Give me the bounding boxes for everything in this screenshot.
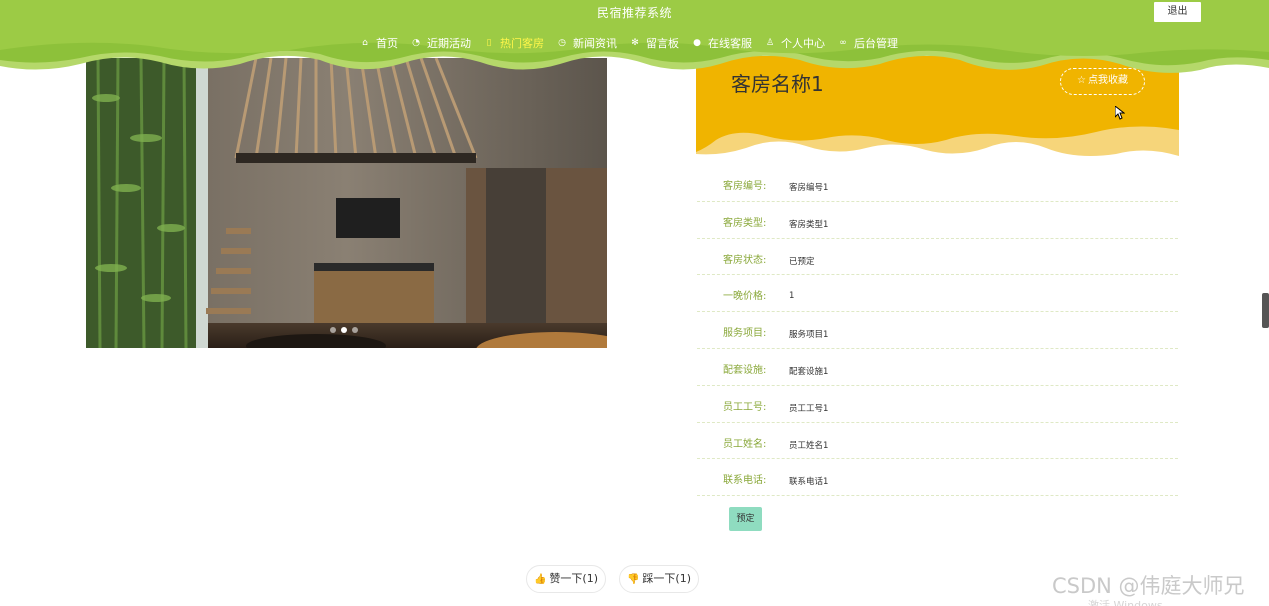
nav-item-label: 留言板 bbox=[646, 37, 679, 50]
mouse-cursor-icon bbox=[1115, 106, 1125, 120]
room-photo-image bbox=[86, 58, 607, 348]
nav-item-label: 在线客服 bbox=[708, 37, 752, 50]
nav-item-5[interactable]: ● 在线客服 bbox=[692, 35, 752, 51]
nav-item-7[interactable]: ∞ 后台管理 bbox=[838, 35, 898, 51]
palette-icon: ◔ bbox=[412, 38, 420, 48]
nav-item-label: 新闻资讯 bbox=[573, 37, 617, 50]
info-row: 联系电话: 联系电话1 bbox=[697, 459, 1178, 497]
info-row: 客房状态: 已预定 bbox=[697, 239, 1178, 276]
info-value: 员工姓名1 bbox=[789, 440, 829, 451]
info-row: 一晚价格: 1 bbox=[697, 275, 1178, 313]
info-value: 已预定 bbox=[789, 256, 815, 267]
clock-icon: ◷ bbox=[558, 38, 566, 48]
info-value: 员工工号1 bbox=[789, 403, 829, 414]
thumbs-up-icon: 👍 bbox=[533, 574, 547, 585]
main-nav: ⌂ 首页 ◔ 近期活动 ▯ 热门客房 ◷ 新闻资讯 ✻ 留言板 ● 在线客服 ♙ 个人中心 ∞ 后台管理 bbox=[360, 35, 911, 51]
info-value: 客房编号1 bbox=[789, 183, 829, 193]
info-value: 1 bbox=[789, 291, 795, 302]
book-button[interactable]: 预定 bbox=[729, 507, 762, 531]
home-icon: ⌂ bbox=[362, 38, 368, 48]
info-row: 员工工号: 员工工号1 bbox=[697, 386, 1178, 423]
info-row: 配套设施: 配套设施1 bbox=[697, 349, 1178, 386]
info-label: 客房类型: bbox=[723, 217, 767, 229]
thumbs-down-icon: 👎 bbox=[626, 574, 640, 585]
info-row: 客房编号: 客房编号1 bbox=[697, 165, 1178, 202]
activate-windows-text: 激活 Windows bbox=[1088, 599, 1163, 606]
nav-item-0[interactable]: ⌂ 首页 bbox=[360, 35, 398, 51]
header: 民宿推荐系统 退出 ⌂ 首页 ◔ 近期活动 ▯ 热门客房 ◷ 新闻资讯 ✻ 留言板 ● 在线客服 ♙ 个人… bbox=[0, 0, 1269, 80]
snowflake-icon: ✻ bbox=[631, 38, 639, 48]
info-label: 员工工号: bbox=[723, 401, 767, 413]
nav-item-label: 热门客房 bbox=[500, 37, 544, 50]
bookmark-icon: ▯ bbox=[486, 38, 492, 48]
scrollbar[interactable] bbox=[1262, 293, 1269, 328]
info-label: 联系电话: bbox=[723, 475, 767, 487]
link-icon: ∞ bbox=[839, 38, 847, 48]
nav-item-2[interactable]: ▯ 热门客房 bbox=[484, 35, 544, 51]
nav-item-label: 后台管理 bbox=[854, 37, 898, 50]
info-label: 服务项目: bbox=[723, 328, 767, 340]
nav-item-label: 个人中心 bbox=[781, 37, 825, 50]
carousel-dots bbox=[330, 327, 363, 333]
info-value: 配套设施1 bbox=[789, 366, 829, 377]
room-photo[interactable] bbox=[86, 58, 607, 348]
like-label: 赞一下(1) bbox=[549, 572, 599, 585]
site-title: 民宿推荐系统 bbox=[596, 6, 672, 20]
nav-item-1[interactable]: ◔ 近期活动 bbox=[411, 35, 471, 51]
compass-icon: ● bbox=[693, 38, 701, 48]
info-label: 一晚价格: bbox=[723, 291, 767, 303]
info-label: 配套设施: bbox=[723, 364, 767, 376]
logout-button[interactable]: 退出 bbox=[1154, 2, 1201, 22]
dislike-button[interactable]: 👎 踩一下(1) bbox=[619, 565, 699, 593]
nav-item-label: 首页 bbox=[376, 37, 398, 50]
info-row: 员工姓名: 员工姓名1 bbox=[697, 423, 1178, 460]
info-row: 服务项目: 服务项目1 bbox=[697, 312, 1178, 349]
dislike-label: 踩一下(1) bbox=[642, 572, 692, 585]
carousel-dot[interactable] bbox=[352, 327, 358, 333]
info-value: 客房类型1 bbox=[789, 219, 829, 230]
nav-item-6[interactable]: ♙ 个人中心 bbox=[765, 35, 825, 51]
like-button[interactable]: 👍 赞一下(1) bbox=[526, 565, 606, 593]
room-info-table: 客房编号: 客房编号1 客房类型: 客房类型1 客房状态: 已预定 一晚价格: 1 服务项目: 服… bbox=[697, 165, 1178, 497]
nav-item-4[interactable]: ✻ 留言板 bbox=[630, 35, 679, 51]
info-row: 客房类型: 客房类型1 bbox=[697, 202, 1178, 239]
nav-item-3[interactable]: ◷ 新闻资讯 bbox=[557, 35, 617, 51]
carousel-dot[interactable] bbox=[341, 327, 347, 333]
info-value: 服务项目1 bbox=[789, 330, 829, 341]
info-label: 客房编号: bbox=[723, 181, 767, 192]
carousel-dot[interactable] bbox=[330, 327, 336, 333]
user-icon: ♙ bbox=[765, 38, 775, 48]
page: 民宿推荐系统 退出 ⌂ 首页 ◔ 近期活动 ▯ 热门客房 ◷ 新闻资讯 ✻ 留言板 ● 在线客服 ♙ 个人… bbox=[0, 0, 1269, 606]
nav-item-label: 近期活动 bbox=[427, 37, 471, 50]
watermark: CSDN @伟庭大师兄 bbox=[1052, 574, 1245, 598]
info-value: 联系电话1 bbox=[789, 477, 829, 488]
info-label: 客房状态: bbox=[723, 254, 767, 266]
info-label: 员工姓名: bbox=[723, 438, 767, 450]
